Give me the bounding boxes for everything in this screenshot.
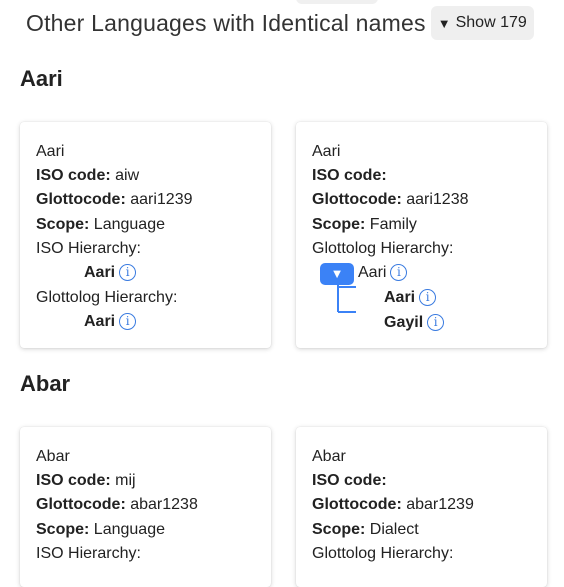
hierarchy-link[interactable]: Aari (384, 289, 415, 306)
triangle-down-icon: ▼ (437, 15, 451, 31)
glottolog-hierarchy-label: Glottolog Hierarchy: (312, 544, 454, 562)
card-name: Aari (36, 143, 65, 160)
language-card: Aari ISO code: aiw Glottocode: aari1239 … (20, 122, 271, 348)
glottocode-row: Glottocode: aari1239 (36, 191, 193, 209)
iso-code-row: ISO code: (312, 472, 387, 490)
scope-row: Scope: Language (36, 215, 165, 233)
hierarchy-link[interactable]: Aari (358, 264, 386, 281)
iso-hierarchy-label: ISO Hierarchy: (36, 239, 141, 257)
glottolog-hierarchy-label: Glottolog Hierarchy: (312, 239, 454, 257)
language-card: Abar ISO code: Glottocode: abar1239 Scop… (296, 427, 547, 587)
glottolog-hierarchy-label: Glottolog Hierarchy: (36, 289, 178, 307)
other-languages-header: Other Languages with Identical names ▼ S… (26, 6, 534, 40)
language-card: Aari ISO code: Glottocode: aari1238 Scop… (296, 122, 547, 348)
info-icon[interactable]: i (119, 264, 137, 282)
tree-child-item: Aari i (384, 286, 437, 310)
show-all-label: Show 179 (455, 14, 527, 31)
scope-row: Scope: Family (312, 215, 417, 233)
tree-collapse-toggle[interactable]: ▼ (320, 263, 354, 286)
glottolog-tree: ▼ Aari i Aari i Gayil i (312, 261, 547, 336)
hierarchy-link[interactable]: Aari (84, 264, 115, 281)
group-title-abar: Abar (20, 371, 71, 396)
info-icon[interactable]: i (419, 289, 437, 307)
iso-code-row: ISO code: aiw (36, 167, 140, 185)
card-name: Abar (36, 448, 70, 465)
scope-row: Scope: Language (36, 520, 165, 538)
card-name: Aari (312, 143, 341, 160)
hierarchy-link[interactable]: Gayil (384, 314, 423, 331)
tree-root-item: Aari i (358, 261, 408, 285)
tree-child-item: Gayil i (384, 311, 445, 335)
section-title: Other Languages with Identical names (26, 9, 426, 36)
triangle-down-icon: ▼ (330, 266, 344, 282)
card-name: Abar (312, 448, 346, 465)
glottocode-row: Glottocode: abar1239 (312, 496, 474, 514)
show-all-button[interactable]: ▼ Show 179 (430, 6, 534, 40)
info-icon[interactable]: i (119, 313, 137, 331)
language-card: Abar ISO code: mij Glottocode: abar1238 … (20, 427, 271, 587)
glottolog-hierarchy-item: Aari i (36, 310, 271, 334)
scope-row: Scope: Dialect (312, 520, 419, 538)
iso-hierarchy-item: Aari i (36, 261, 271, 285)
group-title-aari: Aari (20, 66, 63, 91)
top-tab-remnant (296, 0, 378, 4)
iso-code-row: ISO code: mij (36, 472, 136, 490)
iso-code-row: ISO code: (312, 167, 387, 185)
iso-hierarchy-label: ISO Hierarchy: (36, 544, 141, 562)
hierarchy-link[interactable]: Aari (84, 313, 115, 330)
glottocode-row: Glottocode: aari1238 (312, 191, 469, 209)
glottocode-row: Glottocode: abar1238 (36, 496, 198, 514)
info-icon[interactable]: i (390, 264, 408, 282)
info-icon[interactable]: i (427, 314, 445, 332)
